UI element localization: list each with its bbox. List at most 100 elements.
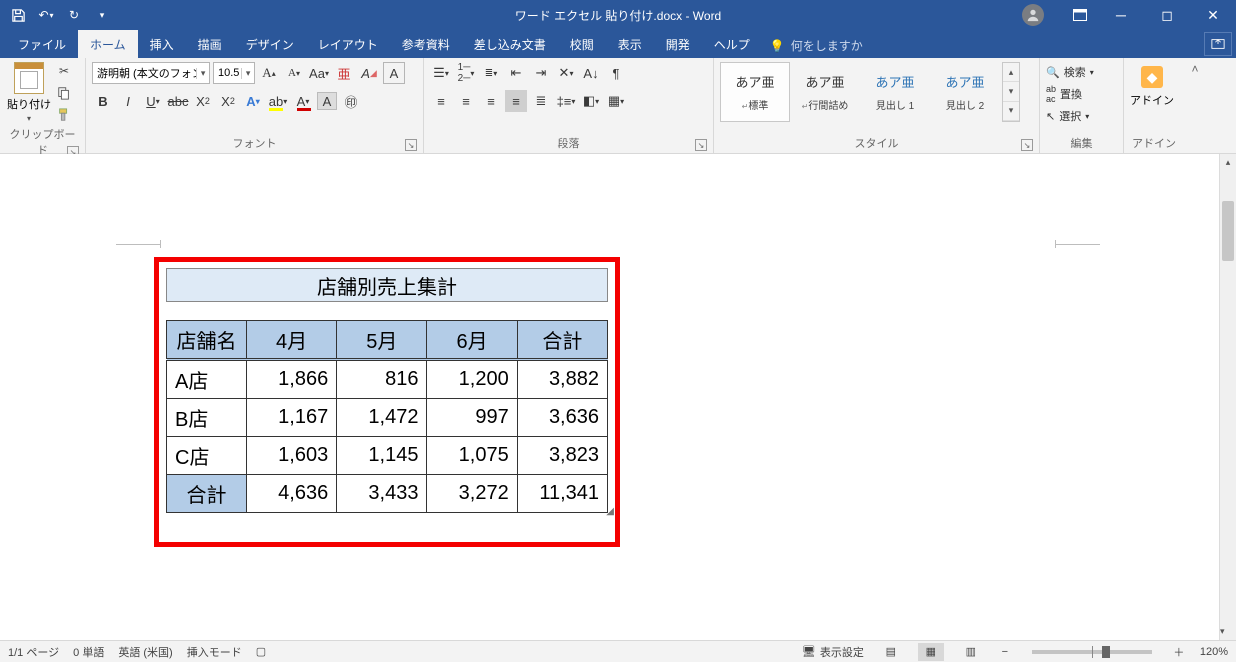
distributed-icon[interactable]: ≣ — [530, 90, 552, 112]
addins-button[interactable]: ◆ アドイン — [1130, 62, 1174, 108]
superscript-icon[interactable]: X2 — [217, 90, 239, 112]
bold-icon[interactable]: B — [92, 90, 114, 112]
share-button[interactable] — [1204, 32, 1232, 56]
paragraph-dialog-launcher[interactable]: ↘ — [695, 139, 707, 151]
maximize-button[interactable]: ◻ — [1144, 0, 1190, 30]
status-page[interactable]: 1/1 ページ — [8, 644, 59, 660]
status-insert-mode[interactable]: 挿入モード — [187, 644, 242, 660]
format-painter-icon[interactable] — [54, 106, 74, 124]
scroll-up-icon[interactable]: ▴ — [1220, 154, 1236, 171]
user-avatar[interactable] — [1022, 4, 1044, 26]
close-button[interactable]: ✕ — [1190, 0, 1236, 30]
tab-insert[interactable]: 挿入 — [138, 30, 186, 58]
redo-icon[interactable]: ↻ — [62, 3, 86, 27]
underline-icon[interactable]: U▾ — [142, 90, 164, 112]
style-normal[interactable]: あア亜 ↵標準 — [720, 62, 790, 122]
increase-indent-icon[interactable]: ⇥ — [530, 62, 552, 84]
char-border-icon[interactable]: A — [383, 62, 405, 84]
grow-font-icon[interactable]: A▴ — [258, 62, 280, 84]
shading-icon[interactable]: ◧▾ — [580, 90, 602, 112]
vertical-scrollbar[interactable]: ▴ ▾ — [1219, 154, 1236, 640]
scroll-thumb[interactable] — [1222, 201, 1234, 261]
tab-review[interactable]: 校閲 — [558, 30, 606, 58]
cut-icon[interactable]: ✂ — [54, 62, 74, 80]
zoom-thumb[interactable] — [1102, 646, 1110, 658]
style-heading1[interactable]: あア亜 見出し 1 — [860, 62, 930, 122]
tab-design[interactable]: デザイン — [234, 30, 306, 58]
embedded-table[interactable]: 店舗別売上集計 店舗名 4月 5月 6月 合計 A店 1,866 816 1,2… — [166, 268, 608, 513]
strikethrough-icon[interactable]: abc — [167, 90, 189, 112]
gallery-expand-icon[interactable]: ▾ — [1003, 102, 1019, 121]
document-area[interactable]: 店舗別売上集計 店舗名 4月 5月 6月 合計 A店 1,866 816 1,2… — [0, 154, 1219, 640]
sort-icon[interactable]: A↓ — [580, 62, 602, 84]
tab-developer[interactable]: 開発 — [654, 30, 702, 58]
tab-mailings[interactable]: 差し込み文書 — [462, 30, 558, 58]
highlight-icon[interactable]: ab▾ — [267, 90, 289, 112]
phonetic-guide-icon[interactable]: 亜 — [333, 62, 355, 84]
font-size-combo[interactable]: 10.5▾ — [213, 62, 255, 84]
clear-formatting-icon[interactable]: A◢ — [358, 62, 380, 84]
tab-view[interactable]: 表示 — [606, 30, 654, 58]
minimize-button[interactable]: ─ — [1098, 0, 1144, 30]
view-read-mode-icon[interactable]: ▤ — [878, 643, 904, 661]
status-words[interactable]: 0 単語 — [73, 644, 104, 660]
qat-customize-icon[interactable]: ▾ — [90, 3, 114, 27]
zoom-out-icon[interactable]: − — [998, 646, 1012, 658]
display-settings[interactable]: 🖥表示設定 — [802, 644, 864, 660]
subscript-icon[interactable]: X2 — [192, 90, 214, 112]
group-font: 游明朝 (本文のフォン▾ 10.5▾ A▴ A▾ Aa▾ 亜 A◢ A B I … — [86, 58, 424, 153]
zoom-in-icon[interactable]: ＋ — [1172, 644, 1186, 660]
tab-references[interactable]: 参考資料 — [390, 30, 462, 58]
font-dialog-launcher[interactable]: ↘ — [405, 139, 417, 151]
view-web-layout-icon[interactable]: ▥ — [958, 643, 984, 661]
replace-button[interactable]: abac置換 — [1046, 84, 1094, 104]
zoom-level[interactable]: 120% — [1200, 646, 1228, 658]
tab-help[interactable]: ヘルプ — [702, 30, 762, 58]
copy-icon[interactable] — [54, 84, 74, 102]
italic-icon[interactable]: I — [117, 90, 139, 112]
gallery-up-icon[interactable]: ▴ — [1003, 63, 1019, 82]
line-spacing-icon[interactable]: ‡≡▾ — [555, 90, 577, 112]
save-icon[interactable] — [6, 3, 30, 27]
enclose-char-icon[interactable]: ㊞ — [340, 90, 362, 112]
numbering-icon[interactable]: 1─2─▾ — [455, 62, 477, 84]
align-center-icon[interactable]: ≡ — [455, 90, 477, 112]
zoom-slider[interactable] — [1032, 650, 1152, 654]
scroll-down-icon[interactable]: ▾ — [1220, 623, 1225, 640]
borders-icon[interactable]: ▦▾ — [605, 90, 627, 112]
tab-layout[interactable]: レイアウト — [306, 30, 390, 58]
ribbon-collapse-icon[interactable]: ˄ — [1184, 58, 1206, 153]
tell-me-search[interactable]: 💡 何をしますか — [762, 37, 871, 58]
align-right-icon[interactable]: ≡ — [480, 90, 502, 112]
multilevel-list-icon[interactable]: ≣▾ — [480, 62, 502, 84]
find-button[interactable]: 🔍検索▾ — [1046, 64, 1094, 80]
status-language[interactable]: 英語 (米国) — [118, 644, 172, 660]
font-color-icon[interactable]: A▾ — [292, 90, 314, 112]
justify-icon[interactable]: ≡ — [505, 90, 527, 112]
tab-home[interactable]: ホーム — [78, 30, 138, 58]
gallery-down-icon[interactable]: ▾ — [1003, 82, 1019, 101]
show-marks-icon[interactable]: ¶ — [605, 62, 627, 84]
table-resize-handle[interactable]: ◢ — [606, 506, 614, 517]
text-effects-icon[interactable]: A▾ — [242, 90, 264, 112]
tab-file[interactable]: ファイル — [6, 30, 78, 58]
change-case-icon[interactable]: Aa▾ — [308, 62, 330, 84]
bullets-icon[interactable]: ☰▾ — [430, 62, 452, 84]
tab-draw[interactable]: 描画 — [186, 30, 234, 58]
decrease-indent-icon[interactable]: ⇤ — [505, 62, 527, 84]
undo-icon[interactable]: ↶▾ — [34, 3, 58, 27]
styles-dialog-launcher[interactable]: ↘ — [1021, 139, 1033, 151]
status-record-macro-icon[interactable]: ▢ — [256, 645, 266, 658]
style-nospacing[interactable]: あア亜 ↵行間詰め — [790, 62, 860, 122]
align-left-icon[interactable]: ≡ — [430, 90, 452, 112]
shrink-font-icon[interactable]: A▾ — [283, 62, 305, 84]
view-print-layout-icon[interactable]: ▦ — [918, 643, 944, 661]
paste-button[interactable]: 貼り付け ▾ — [6, 62, 52, 123]
char-shading-icon[interactable]: A — [317, 92, 337, 110]
ribbon-display-options-icon[interactable] — [1062, 0, 1098, 30]
text-direction-icon[interactable]: ✕▾ — [555, 62, 577, 84]
group-editing: 🔍検索▾ abac置換 ↖選択▾ 編集 — [1040, 58, 1124, 153]
select-button[interactable]: ↖選択▾ — [1046, 108, 1094, 124]
style-heading2[interactable]: あア亜 見出し 2 — [930, 62, 1000, 122]
font-name-combo[interactable]: 游明朝 (本文のフォン▾ — [92, 62, 210, 84]
